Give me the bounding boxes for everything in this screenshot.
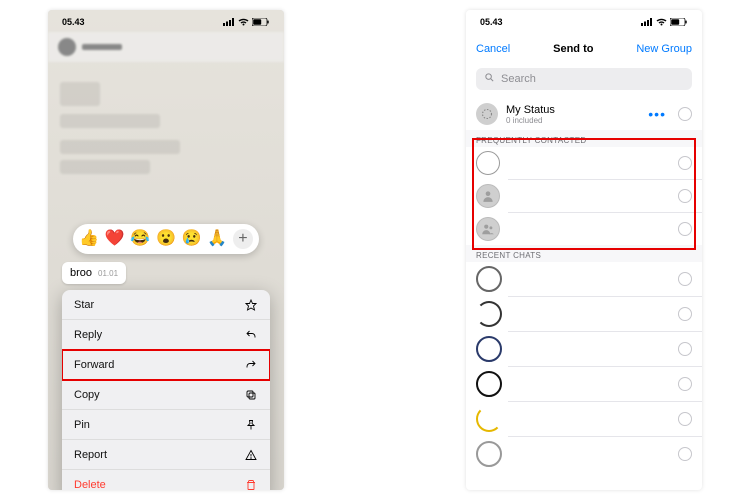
search-icon bbox=[484, 72, 495, 86]
avatar bbox=[476, 266, 502, 292]
avatar bbox=[476, 371, 502, 397]
avatar bbox=[476, 406, 502, 432]
pin-icon bbox=[244, 418, 258, 432]
message-text: broo bbox=[70, 267, 92, 279]
nav-bar: Cancel Send to New Group bbox=[466, 34, 702, 64]
reaction-more-icon[interactable]: + bbox=[233, 229, 253, 249]
avatar bbox=[476, 441, 502, 467]
menu-forward[interactable]: Forward bbox=[62, 350, 270, 380]
reaction-wow[interactable]: 😮 bbox=[156, 231, 176, 247]
reaction-bar: 👍 ❤️ 😂 😮 😢 🙏 + bbox=[73, 224, 259, 254]
menu-report[interactable]: Report bbox=[62, 440, 270, 470]
status-time: 05.43 bbox=[480, 17, 503, 27]
my-status-title: My Status bbox=[506, 104, 640, 116]
wifi-icon bbox=[656, 18, 667, 26]
chat-row[interactable] bbox=[466, 367, 702, 401]
avatar bbox=[476, 184, 500, 208]
contact-row[interactable] bbox=[466, 213, 702, 245]
avatar bbox=[476, 217, 500, 241]
trash-icon bbox=[244, 478, 258, 490]
avatar bbox=[476, 336, 502, 362]
chat-row[interactable] bbox=[466, 402, 702, 436]
reaction-heart[interactable]: ❤️ bbox=[105, 231, 125, 247]
context-menu: Star Reply Forward Copy Pin Report bbox=[62, 290, 270, 490]
menu-reply[interactable]: Reply bbox=[62, 320, 270, 350]
nav-title: Send to bbox=[553, 43, 593, 55]
chat-radio[interactable] bbox=[678, 412, 692, 426]
selected-message: broo 01.01 bbox=[62, 262, 126, 284]
section-recent-chats: RECENT CHATS bbox=[466, 245, 702, 262]
search-placeholder: Search bbox=[501, 73, 536, 85]
new-group-button[interactable]: New Group bbox=[636, 43, 692, 55]
menu-delete-label: Delete bbox=[74, 479, 106, 490]
cancel-button[interactable]: Cancel bbox=[476, 43, 510, 55]
wifi-icon bbox=[238, 18, 249, 26]
menu-pin-label: Pin bbox=[74, 419, 90, 431]
my-status-avatar bbox=[476, 103, 498, 125]
menu-forward-label: Forward bbox=[74, 359, 114, 371]
chat-row[interactable] bbox=[466, 437, 702, 471]
search-input[interactable]: Search bbox=[476, 68, 692, 90]
contact-radio[interactable] bbox=[678, 189, 692, 203]
reply-icon bbox=[244, 328, 258, 342]
chat-row[interactable] bbox=[466, 332, 702, 366]
avatar bbox=[476, 151, 500, 175]
star-icon bbox=[244, 298, 258, 312]
battery-icon bbox=[252, 18, 270, 26]
reaction-thumbs-up[interactable]: 👍 bbox=[79, 231, 99, 247]
status-time: 05.43 bbox=[62, 17, 85, 27]
menu-report-label: Report bbox=[74, 449, 107, 461]
my-status-row[interactable]: My Status 0 included ••• bbox=[466, 98, 702, 130]
contact-row[interactable] bbox=[466, 180, 702, 212]
phone-left: 05.43 👍 ❤️ 😂 😮 😢 🙏 + broo 01.01 Star bbox=[48, 10, 284, 490]
reaction-sad[interactable]: 😢 bbox=[182, 231, 202, 247]
chat-radio[interactable] bbox=[678, 342, 692, 356]
menu-star[interactable]: Star bbox=[62, 290, 270, 320]
menu-copy[interactable]: Copy bbox=[62, 380, 270, 410]
my-status-radio[interactable] bbox=[678, 107, 692, 121]
cellular-icon bbox=[223, 18, 235, 26]
status-bar: 05.43 bbox=[466, 10, 702, 34]
contact-row[interactable] bbox=[466, 147, 702, 179]
copy-icon bbox=[244, 388, 258, 402]
menu-star-label: Star bbox=[74, 299, 94, 311]
chat-row[interactable] bbox=[466, 262, 702, 296]
menu-copy-label: Copy bbox=[74, 389, 100, 401]
chat-radio[interactable] bbox=[678, 447, 692, 461]
status-indicators bbox=[641, 18, 688, 26]
menu-reply-label: Reply bbox=[74, 329, 102, 341]
status-bar: 05.43 bbox=[48, 10, 284, 34]
status-indicators bbox=[223, 18, 270, 26]
chat-radio[interactable] bbox=[678, 377, 692, 391]
contact-radio[interactable] bbox=[678, 222, 692, 236]
reaction-laugh[interactable]: 😂 bbox=[130, 231, 150, 247]
chat-radio[interactable] bbox=[678, 272, 692, 286]
message-time: 01.01 bbox=[98, 269, 118, 278]
chat-row[interactable] bbox=[466, 297, 702, 331]
section-frequently-contacted: FREQUENTLY CONTACTED bbox=[466, 130, 702, 147]
reaction-pray[interactable]: 🙏 bbox=[207, 231, 227, 247]
phone-right: 05.43 Cancel Send to New Group Search My… bbox=[466, 10, 702, 490]
my-status-subtitle: 0 included bbox=[506, 116, 640, 125]
contact-radio[interactable] bbox=[678, 156, 692, 170]
menu-pin[interactable]: Pin bbox=[62, 410, 270, 440]
battery-icon bbox=[670, 18, 688, 26]
report-icon bbox=[244, 448, 258, 462]
forward-icon bbox=[244, 358, 258, 372]
menu-delete[interactable]: Delete bbox=[62, 470, 270, 490]
chat-radio[interactable] bbox=[678, 307, 692, 321]
avatar bbox=[476, 301, 502, 327]
my-status-more-icon[interactable]: ••• bbox=[648, 106, 666, 122]
cellular-icon bbox=[641, 18, 653, 26]
